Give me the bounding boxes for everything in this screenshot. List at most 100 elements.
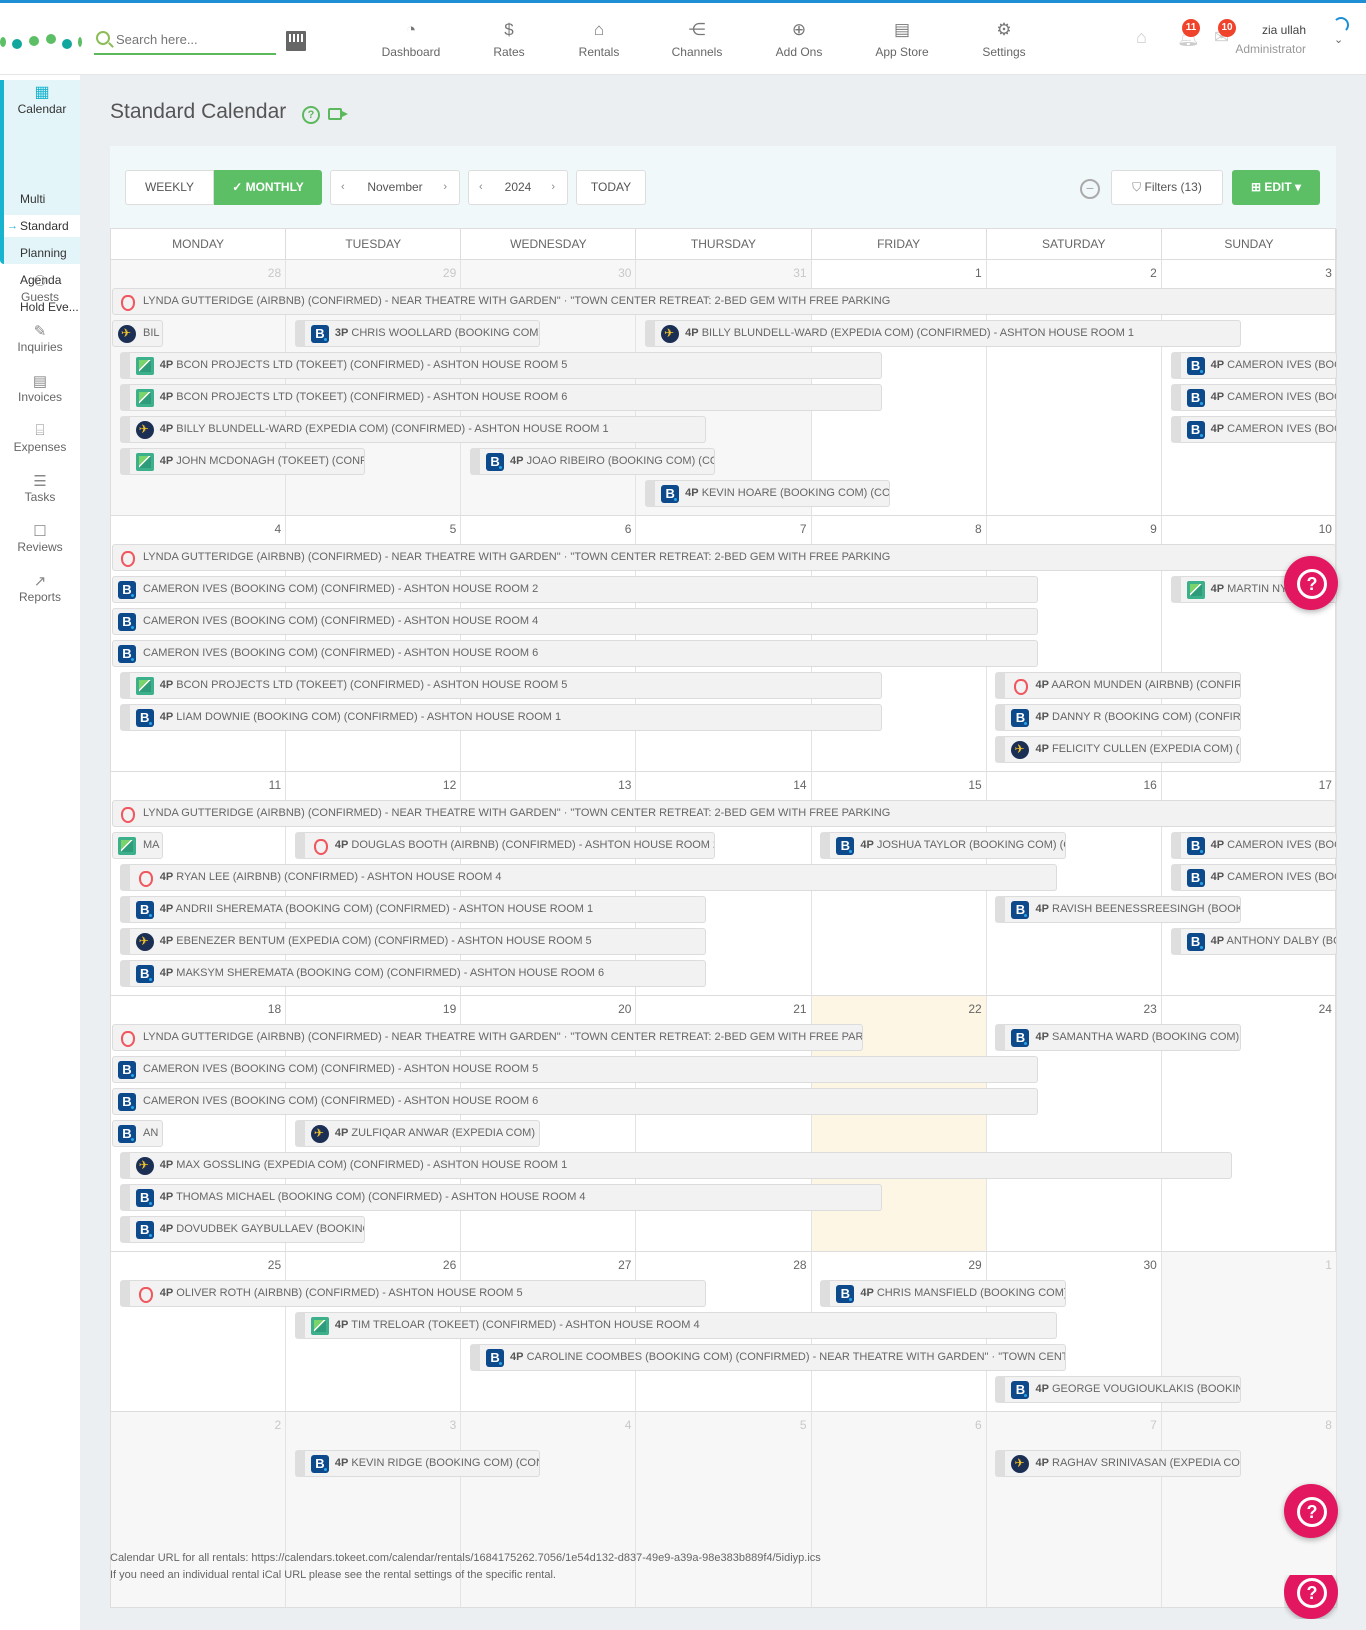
nav-dashboard[interactable]: ◔ Dashboard [366, 19, 456, 59]
sidebar-item-tasks[interactable]: ☰ Tasks [0, 472, 80, 504]
reservation-event[interactable]: 4P BILLY BLUNDELL-WARD (EXPEDIA COM) (CO… [645, 320, 1241, 347]
reservation-event[interactable]: 4P BCON PROJECTS LTD (TOKEET) (CONFIRMED… [119, 352, 882, 379]
nav-app-store[interactable]: ▤ App Store [857, 19, 947, 59]
reservation-event[interactable]: 4P FELICITY CULLEN (EXPEDIA COM) (CONFIR… [995, 736, 1241, 763]
reservation-event[interactable]: LYNDA GUTTERIDGE (AIRBNB) (CONFIRMED) - … [112, 800, 1336, 827]
collapse-icon[interactable]: − [1080, 179, 1100, 199]
filters-button[interactable]: ⛉ Filters (13) [1111, 170, 1223, 205]
prev-year-icon[interactable]: ‹ [479, 171, 483, 204]
sidebar-item-invoices[interactable]: ▤ Invoices [0, 372, 80, 404]
reservation-event[interactable]: B 4P KEVIN HOARE (BOOKING COM) (CONFIRMED… [645, 480, 891, 507]
reservation-event[interactable]: B 4P LIAM DOWNIE (BOOKING COM) (CONFIRMED… [119, 704, 882, 731]
reservation-event[interactable]: B 4P JOSHUA TAYLOR (BOOKING COM) (CONFIRM… [820, 832, 1066, 859]
chevron-down-icon[interactable]: ⌄ [1334, 33, 1343, 46]
video-icon[interactable] [328, 108, 348, 120]
sidebar-item-reports[interactable]: ↗ Reports [0, 572, 80, 604]
reservation-event[interactable]: B 4P JOAO RIBEIRO (BOOKING COM) (CONFIRME… [470, 448, 716, 475]
sidebar-item-inquiries[interactable]: ✎ Inquiries [0, 322, 80, 354]
reservation-event[interactable]: 4P MAX GOSSLING (EXPEDIA COM) (CONFIRMED… [119, 1152, 1232, 1179]
sidebar-item-guests[interactable]: ⚇ Guests [0, 272, 80, 304]
sidebar-item-calendar[interactable]: ▦ Calendar [4, 80, 80, 116]
reservation-event[interactable]: B 4P ANDRII SHEREMATA (BOOKING COM) (CONF… [119, 896, 707, 923]
search-box[interactable] [94, 25, 276, 55]
reservation-event[interactable]: 4P AARON MUNDEN (AIRBNB) (CONFIRMED) [995, 672, 1241, 699]
reservation-event[interactable]: B 4P MAKSYM SHEREMATA (BOOKING COM) (CONF… [119, 960, 707, 987]
reservation-event[interactable]: 4P RAGHAV SRINIVASAN (EXPEDIA COM) [995, 1450, 1241, 1477]
nav-add-ons[interactable]: ⊕ Add Ons [754, 19, 844, 59]
guest-count: 4P [334, 839, 349, 851]
reservation-event[interactable]: B AN [112, 1120, 163, 1147]
reservation-event[interactable]: B 4P DANNY R (BOOKING COM) (CONFIRMED) [995, 704, 1241, 731]
month-selector[interactable]: ‹ November › [330, 170, 460, 205]
reservation-event[interactable]: B 4P KEVIN RIDGE (BOOKING COM) (CONFIRMED… [294, 1450, 541, 1477]
day-cell[interactable]: 25 [111, 1252, 287, 1412]
reservation-event[interactable]: 4P ZULFIQAR ANWAR (EXPEDIA COM) [294, 1120, 541, 1147]
user-menu[interactable]: zia ullah Administrator [1235, 23, 1306, 56]
reservation-event[interactable]: B 4P CHRIS MANSFIELD (BOOKING COM) [820, 1280, 1066, 1307]
reservation-event[interactable]: LYNDA GUTTERIDGE (AIRBNB) (CONFIRMED) - … [112, 544, 1336, 571]
reservation-event[interactable]: B 4P CAMERON IVES (BOOKING COM) [1170, 384, 1337, 411]
sidebar-item-multi[interactable]: Multi [4, 188, 80, 210]
search-input[interactable] [116, 27, 271, 51]
reservation-event[interactable]: B CAMERON IVES (BOOKING COM) (CONFIRMED) … [112, 576, 1039, 603]
reservation-event[interactable]: 4P BILLY BLUNDELL-WARD (EXPEDIA COM) (CO… [119, 416, 707, 443]
reservation-event[interactable]: B 4P THOMAS MICHAEL (BOOKING COM) (CONFIR… [119, 1184, 882, 1211]
sidebar-item-standard[interactable]: Standard [4, 215, 80, 237]
reservation-event[interactable]: B 4P ANTHONY DALBY (BOOKING COM) [1170, 928, 1337, 955]
edit-button[interactable]: ⊞ EDIT ▾ [1232, 170, 1320, 205]
reservation-event[interactable]: MA [112, 832, 163, 859]
monthly-button[interactable]: ✓ MONTHLY [214, 170, 322, 205]
reservation-event[interactable]: 4P JOHN MCDONAGH (TOKEET) (CONFIRMED) [119, 448, 365, 475]
reservation-event[interactable]: B 4P DOVUDBEK GAYBULLAEV (BOOKING COM) [119, 1216, 365, 1243]
reservation-event[interactable]: 4P TIM TRELOAR (TOKEET) (CONFIRMED) - AS… [294, 1312, 1057, 1339]
reservation-event[interactable]: 4P EBENEZER BENTUM (EXPEDIA COM) (CONFIR… [119, 928, 707, 955]
logo[interactable] [0, 33, 82, 53]
reservation-event[interactable]: B 4P CAMERON IVES (BOOKING COM) [1170, 416, 1337, 443]
reservation-event[interactable]: B CAMERON IVES (BOOKING COM) (CONFIRMED) … [112, 1088, 1039, 1115]
sidebar-item-expenses[interactable]: ⌸ Expenses [0, 422, 80, 454]
reservation-event[interactable]: B 4P GEORGE VOUGIOUKLAKIS (BOOKING COM) [995, 1376, 1241, 1403]
nav-settings[interactable]: ⚙ Settings [959, 19, 1049, 59]
calendar-url[interactable]: Calendar URL for all rentals: https://ca… [110, 1550, 821, 1567]
weekly-button[interactable]: WEEKLY [125, 170, 214, 205]
booking-com-icon: B [1186, 421, 1205, 439]
reservation-event[interactable]: 4P RYAN LEE (AIRBNB) (CONFIRMED) - ASHTO… [119, 864, 1057, 891]
next-month-icon[interactable]: › [443, 171, 447, 204]
reservation-event[interactable]: B 4P CAROLINE COOMBES (BOOKING COM) (CONF… [470, 1344, 1066, 1371]
sidebar-item-reviews[interactable]: ☐ Reviews [0, 522, 80, 554]
help-button[interactable] [1284, 556, 1338, 610]
event-label: CHRIS WOOLLARD (BOOKING COM) [351, 327, 541, 339]
guest-count: 4P [1210, 391, 1225, 403]
reservation-event[interactable]: B CAMERON IVES (BOOKING COM) (CONFIRMED) … [112, 608, 1039, 635]
reservation-event[interactable]: B 4P RAVISH BEENESSREESINGH (BOOKING COM) [995, 896, 1241, 923]
prev-month-icon[interactable]: ‹ [341, 171, 345, 204]
reservation-event[interactable]: 4P OLIVER ROTH (AIRBNB) (CONFIRMED) - AS… [119, 1280, 707, 1307]
reservation-event[interactable]: B 4P CAMERON IVES (BOOKING COM) [1170, 864, 1337, 891]
wifi-home-icon[interactable]: ⌂ [1136, 27, 1147, 48]
reservation-event[interactable]: 4P BCON PROJECTS LTD (TOKEET) (CONFIRMED… [119, 384, 882, 411]
sidebar-item-planning[interactable]: Planning [4, 242, 80, 264]
reservation-event[interactable]: BIL [112, 320, 163, 347]
reservation-event[interactable]: B 4P CAMERON IVES (BOOKING COM) [1170, 352, 1337, 379]
help-button-2[interactable] [1284, 1484, 1338, 1538]
reservation-event[interactable]: LYNDA GUTTERIDGE (AIRBNB) (CONFIRMED) - … [112, 288, 1336, 315]
reservation-event[interactable]: 4P BCON PROJECTS LTD (TOKEET) (CONFIRMED… [119, 672, 882, 699]
reservation-event[interactable]: LYNDA GUTTERIDGE (AIRBNB) (CONFIRMED) - … [112, 1024, 864, 1051]
reservation-event[interactable]: B CAMERON IVES (BOOKING COM) (CONFIRMED) … [112, 1056, 1039, 1083]
nav-rates[interactable]: $ Rates [464, 19, 554, 59]
reservation-event[interactable]: B CAMERON IVES (BOOKING COM) (CONFIRMED) … [112, 640, 1039, 667]
nav-rentals[interactable]: ⌂ Rentals [554, 19, 644, 59]
reservation-event[interactable]: 4P DOUGLAS BOOTH (AIRBNB) (CONFIRMED) - … [294, 832, 716, 859]
event-label: CAMERON IVES (BOOKING COM) (CONFIRMED) -… [143, 583, 539, 595]
day-cell[interactable]: 7 [986, 1412, 1162, 1608]
day-cell[interactable]: 6 [811, 1412, 987, 1608]
reservation-event[interactable]: B 4P SAMANTHA WARD (BOOKING COM) [995, 1024, 1241, 1051]
help-icon[interactable]: ? [302, 106, 320, 124]
next-year-icon[interactable]: › [551, 171, 555, 204]
reservation-event[interactable]: B 3P CHRIS WOOLLARD (BOOKING COM) [294, 320, 541, 347]
year-selector[interactable]: ‹ 2024 › [468, 170, 568, 205]
today-button[interactable]: TODAY [576, 170, 646, 205]
reservation-event[interactable]: B 4P CAMERON IVES (BOOKING COM) [1170, 832, 1337, 859]
nav-channels[interactable]: ⋲ Channels [652, 19, 742, 59]
property-icon[interactable] [286, 31, 306, 51]
